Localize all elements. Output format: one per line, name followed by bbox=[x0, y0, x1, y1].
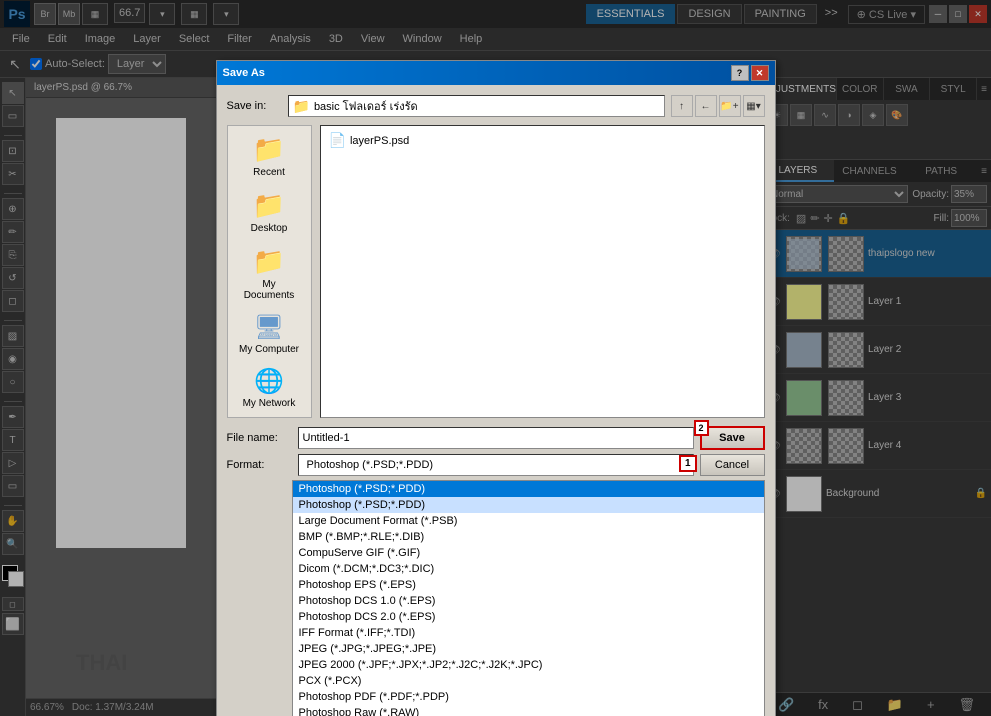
sidebar-item-my-computer[interactable]: 🖥 My Computer bbox=[233, 309, 305, 359]
documents-folder-icon: 📁 bbox=[253, 246, 285, 277]
save-in-row: Save in: 📁 basic โฟลเดอร์ เร่งรัด ↑ ← 📁+… bbox=[227, 95, 765, 117]
sidebar-network-label: My Network bbox=[243, 398, 296, 409]
save-in-path: basic โฟลเดอร์ เร่งรัด bbox=[314, 97, 418, 115]
dialog-title: Save As bbox=[223, 67, 265, 79]
dialog-title-icons: ? ✕ bbox=[731, 65, 769, 81]
recent-folder-icon: 📁 bbox=[253, 134, 285, 165]
dialog-close-button[interactable]: ✕ bbox=[751, 65, 769, 81]
dialog-bottom: File name: 2 Save Format: Photoshop (*.P… bbox=[227, 426, 765, 716]
format-option[interactable]: Photoshop PDF (*.PDF;*.PDP) bbox=[293, 689, 764, 705]
save-in-toolbar: ↑ ← 📁+ ▦▾ bbox=[671, 95, 765, 117]
format-option[interactable]: Photoshop (*.PSD;*.PDD) bbox=[293, 481, 764, 497]
file-icon: 📄 bbox=[329, 132, 346, 149]
format-row: Format: Photoshop (*.PSD;*.PDD) 1 Cancel bbox=[227, 454, 765, 476]
network-icon: 🌐 bbox=[254, 367, 284, 396]
filename-row: File name: 2 Save bbox=[227, 426, 765, 450]
file-list-area: 📄 layerPS.psd bbox=[320, 125, 765, 418]
sidebar-item-my-documents[interactable]: 📁 My Documents bbox=[233, 242, 305, 305]
go-back-button[interactable]: ← bbox=[695, 95, 717, 117]
format-badge: 1 bbox=[679, 455, 697, 472]
format-option[interactable]: BMP (*.BMP;*.RLE;*.DIB) bbox=[293, 529, 764, 545]
format-option[interactable]: JPEG (*.JPG;*.JPEG;*.JPE) bbox=[293, 641, 764, 657]
format-option[interactable]: Large Document Format (*.PSB) bbox=[293, 513, 764, 529]
sidebar-item-desktop[interactable]: 📁 Desktop bbox=[233, 186, 305, 238]
save-as-dialog: Save As ? ✕ Save in: 📁 basic โฟลเดอร์ เร… bbox=[216, 60, 776, 716]
save-in-label: Save in: bbox=[227, 100, 282, 112]
dialog-sidebar: 📁 Recent 📁 Desktop 📁 My Documents 🖥 My C… bbox=[227, 125, 312, 418]
computer-icon: 🖥 bbox=[254, 313, 284, 342]
file-item[interactable]: 📄 layerPS.psd bbox=[325, 130, 760, 151]
format-dropdown: Photoshop (*.PSD;*.PDD) Photoshop (*.PSD… bbox=[292, 480, 765, 716]
save-in-folder-icon: 📁 bbox=[293, 98, 310, 115]
view-menu-button[interactable]: ▦▾ bbox=[743, 95, 765, 117]
dialog-body: Save in: 📁 basic โฟลเดอร์ เร่งรัด ↑ ← 📁+… bbox=[217, 85, 775, 716]
filename-input[interactable] bbox=[298, 427, 694, 449]
save-in-select[interactable]: 📁 basic โฟลเดอร์ เร่งรัด bbox=[288, 95, 665, 117]
format-option[interactable]: CompuServe GIF (*.GIF) bbox=[293, 545, 764, 561]
sidebar-desktop-label: Desktop bbox=[251, 223, 288, 234]
format-select[interactable]: Photoshop (*.PSD;*.PDD) bbox=[298, 454, 694, 476]
format-option[interactable]: IFF Format (*.IFF;*.TDI) bbox=[293, 625, 764, 641]
sidebar-item-my-network[interactable]: 🌐 My Network bbox=[233, 363, 305, 413]
format-option[interactable]: Photoshop (*.PSD;*.PDD) bbox=[293, 497, 764, 513]
format-option[interactable]: PCX (*.PCX) bbox=[293, 673, 764, 689]
format-option[interactable]: Dicom (*.DCM;*.DC3;*.DIC) bbox=[293, 561, 764, 577]
save-badge: 2 bbox=[694, 420, 709, 436]
dialog-content: 📁 Recent 📁 Desktop 📁 My Documents 🖥 My C… bbox=[227, 125, 765, 418]
format-option[interactable]: Photoshop DCS 2.0 (*.EPS) bbox=[293, 609, 764, 625]
buttons-col: 2 Save bbox=[700, 426, 765, 450]
dialog-help-button[interactable]: ? bbox=[731, 65, 749, 81]
sidebar-documents-label: My Documents bbox=[237, 279, 301, 301]
format-label: Format: bbox=[227, 459, 292, 471]
format-option[interactable]: Photoshop Raw (*.RAW) bbox=[293, 705, 764, 716]
cancel-button[interactable]: Cancel bbox=[700, 454, 765, 476]
dialog-overlay: Save As ? ✕ Save in: 📁 basic โฟลเดอร์ เร… bbox=[0, 0, 991, 716]
format-option[interactable]: Photoshop DCS 1.0 (*.EPS) bbox=[293, 593, 764, 609]
format-option[interactable]: Photoshop EPS (*.EPS) bbox=[293, 577, 764, 593]
save-btn-label: Save bbox=[719, 432, 745, 444]
filename-label: File name: bbox=[227, 432, 292, 444]
desktop-folder-icon: 📁 bbox=[253, 190, 285, 221]
go-up-button[interactable]: ↑ bbox=[671, 95, 693, 117]
sidebar-item-recent[interactable]: 📁 Recent bbox=[233, 130, 305, 182]
file-name: layerPS.psd bbox=[350, 135, 409, 147]
create-folder-button[interactable]: 📁+ bbox=[719, 95, 741, 117]
save-button[interactable]: 2 Save bbox=[700, 426, 765, 450]
dialog-titlebar: Save As ? ✕ bbox=[217, 61, 775, 85]
sidebar-recent-label: Recent bbox=[253, 167, 285, 178]
sidebar-computer-label: My Computer bbox=[239, 344, 299, 355]
format-option[interactable]: JPEG 2000 (*.JPF;*.JPX;*.JP2;*.J2C;*.J2K… bbox=[293, 657, 764, 673]
